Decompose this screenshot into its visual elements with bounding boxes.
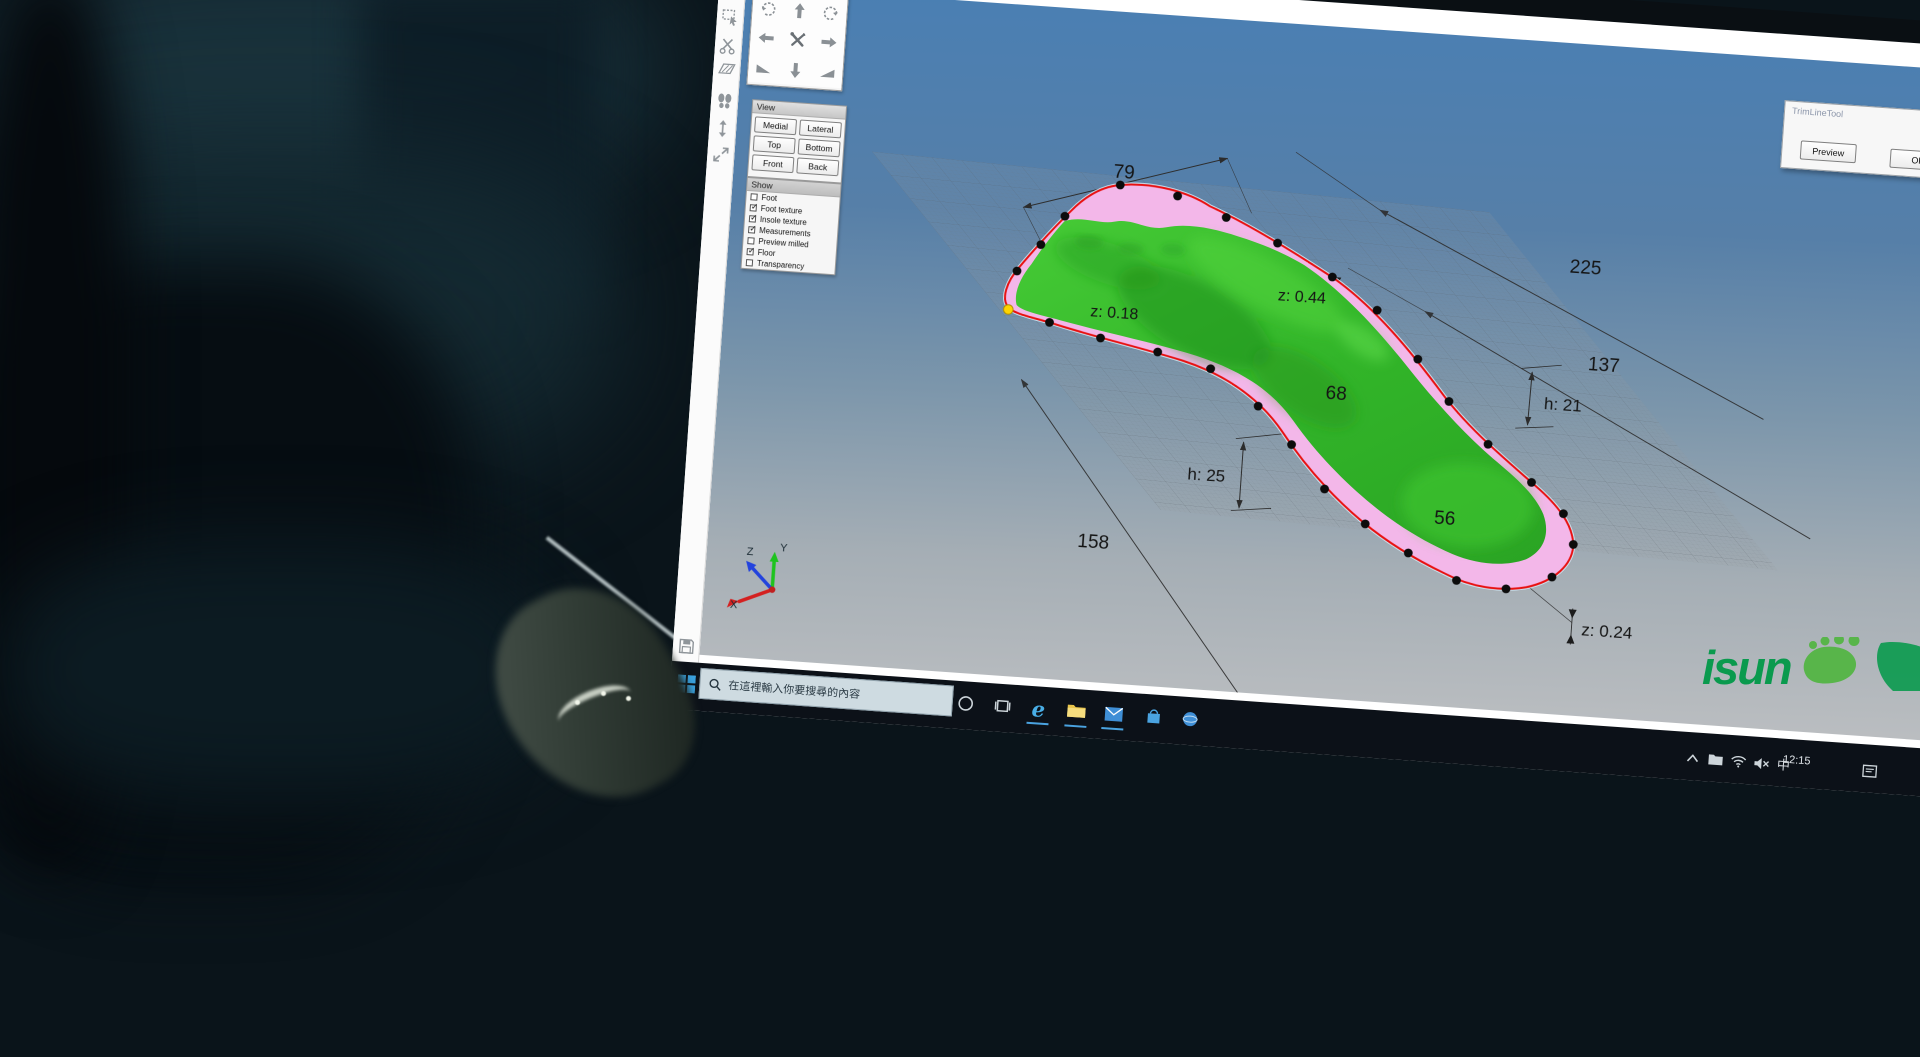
tray-chevron-icon[interactable] (1680, 745, 1706, 771)
checkbox-measurements[interactable]: ✓ (748, 226, 755, 233)
checkbox-foot-texture[interactable]: ✓ (750, 204, 757, 211)
measurement-z018: z: 0.18 (1090, 303, 1139, 323)
measurement-56: 56 (1433, 508, 1456, 530)
view-medial-button[interactable]: Medial (754, 116, 797, 135)
selected-control-point (1003, 304, 1013, 314)
checkbox-floor[interactable]: ✓ (746, 248, 753, 255)
tray-folder-icon[interactable] (1703, 747, 1729, 773)
view-front-button[interactable]: Front (751, 154, 794, 173)
brand-watermark: isun (1702, 640, 1920, 695)
measurement-137: 137 (1587, 354, 1620, 377)
pan-left-icon[interactable] (750, 23, 783, 55)
mail-active-underline (1101, 727, 1123, 731)
measurement-z044: z: 0.44 (1277, 287, 1326, 307)
photo-dark-strip (0, 0, 130, 870)
explorer-active-underline (1064, 724, 1086, 728)
brand-text: isun (1702, 640, 1791, 695)
axis-triad: X Y Z (727, 539, 789, 615)
measurement-h25: h: 25 (1187, 464, 1226, 486)
search-icon (708, 677, 722, 691)
cortana-icon[interactable] (953, 691, 979, 717)
trim-hatch-tool-icon[interactable] (717, 60, 737, 80)
measurement-225: 225 (1569, 257, 1602, 280)
view-bottom-button[interactable]: Bottom (798, 138, 841, 157)
show-panel: Show Foot ✓ Foot texture ✓ Insole textur… (740, 177, 841, 275)
show-floor-label: Floor (757, 248, 775, 258)
fit-view-tool-icon[interactable] (711, 144, 731, 164)
checkbox-transparency[interactable] (746, 259, 753, 266)
settings-tools-icon[interactable] (781, 25, 814, 57)
ring-sparkle (575, 700, 580, 705)
show-transparency-label: Transparency (757, 259, 805, 271)
tilt-right-icon[interactable] (810, 57, 843, 89)
ring-sparkle (601, 691, 606, 696)
pan-down-icon[interactable] (779, 54, 812, 86)
view-lateral-button[interactable]: Lateral (799, 119, 842, 138)
scissors-tool-icon[interactable] (718, 36, 738, 56)
axis-y-label: Y (780, 542, 789, 555)
measurement-68: 68 (1325, 383, 1348, 405)
edge-icon[interactable]: e (1026, 696, 1052, 722)
checkbox-foot[interactable] (750, 193, 757, 200)
checkbox-preview-milled[interactable] (747, 237, 754, 244)
select-tool-icon[interactable] (720, 8, 740, 28)
taskbar-search[interactable] (698, 668, 954, 717)
show-foot-label: Foot (761, 193, 777, 203)
rotate-ccw-icon[interactable] (752, 0, 785, 25)
view-top-button[interactable]: Top (753, 135, 796, 154)
view-panel: View Medial Lateral Top Bottom Front Bac… (747, 99, 847, 183)
store-icon[interactable] (1140, 704, 1166, 730)
measurement-79: 79 (1113, 162, 1136, 184)
save-icon[interactable] (676, 636, 696, 656)
checkbox-insole-texture[interactable]: ✓ (749, 215, 756, 222)
measurement-158: 158 (1077, 531, 1110, 554)
rotate-cw-icon[interactable] (814, 0, 847, 29)
3d-viewport[interactable]: 79 225 137 158 68 56 h: 21 h: 25 z: 0.44… (699, 0, 1920, 751)
measurement-h21: h: 21 (1543, 394, 1582, 416)
file-explorer-icon[interactable] (1064, 698, 1090, 724)
person-silhouette (0, 260, 480, 880)
task-view-icon[interactable] (990, 693, 1016, 719)
axis-x-label: X (730, 599, 739, 612)
preview-button[interactable]: Preview (1800, 140, 1857, 163)
monitor-screen: 79 225 137 158 68 56 h: 21 h: 25 z: 0.44… (500, 0, 1920, 1056)
trimlinetool-dialog: TrimLineTool Preview OK (1780, 100, 1920, 180)
pan-right-icon[interactable] (812, 27, 845, 59)
browser-circle-icon[interactable] (1177, 706, 1203, 732)
foot-logo-icon (1795, 637, 1920, 691)
search-input[interactable] (728, 679, 938, 706)
height-tool-icon[interactable] (713, 118, 733, 138)
axis-z-label: Z (746, 546, 754, 558)
action-center-icon[interactable] (1856, 758, 1882, 784)
ring-sparkle (626, 696, 631, 701)
3d-scene: 79 225 137 158 68 56 h: 21 h: 25 z: 0.44… (699, 0, 1920, 751)
navigation-pad (746, 0, 849, 91)
photo-desk-shadow (0, 540, 560, 800)
pan-up-icon[interactable] (783, 0, 816, 27)
z-024-marker (1566, 608, 1576, 644)
view-back-button[interactable]: Back (796, 157, 839, 176)
wifi-icon[interactable] (1726, 749, 1752, 775)
tilt-left-icon[interactable] (748, 52, 781, 84)
measurement-z024: z: 0.24 (1581, 620, 1633, 643)
edge-active-underline (1026, 722, 1048, 726)
insoles-tool-icon[interactable] (715, 91, 735, 111)
mail-icon[interactable] (1101, 701, 1127, 727)
ok-button[interactable]: OK (1889, 149, 1920, 172)
photo-blur-mid (0, 150, 620, 480)
